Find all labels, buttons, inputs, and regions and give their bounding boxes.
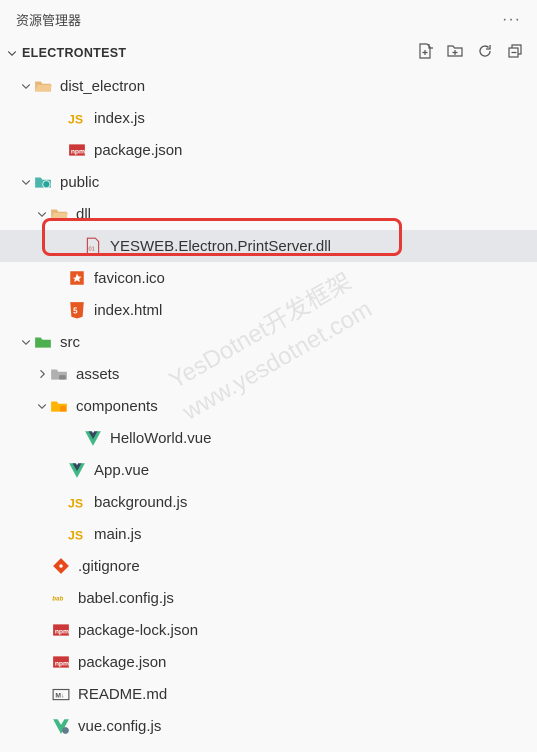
file-index-js[interactable]: JS index.js: [0, 102, 537, 134]
file-background-js[interactable]: JS background.js: [0, 486, 537, 518]
svg-text:01: 01: [89, 247, 95, 253]
tree-label: src: [60, 334, 80, 351]
tree-label: HelloWorld.vue: [110, 430, 211, 447]
file-favicon[interactable]: favicon.ico: [0, 262, 537, 294]
folder-components-icon: [50, 397, 68, 415]
vue-file-icon: [68, 461, 86, 479]
file-tree: dist_electron JS index.js npm package.js…: [0, 68, 537, 752]
folder-open-icon: [34, 77, 52, 95]
tree-label: .gitignore: [78, 558, 140, 575]
tree-label: package-lock.json: [78, 622, 198, 639]
tree-label: main.js: [94, 526, 142, 543]
babel-icon: ᵇᵃᵇ: [52, 589, 70, 607]
dll-file-icon: 01: [84, 237, 102, 255]
file-gitignore[interactable]: .gitignore: [0, 550, 537, 582]
js-file-icon: JS: [68, 493, 86, 511]
chevron-down-icon: [34, 398, 50, 414]
svg-text:JS: JS: [68, 497, 83, 511]
file-package-json-root[interactable]: npm package.json: [0, 646, 537, 678]
tree-label: package.json: [78, 654, 166, 671]
tree-label: README.md: [78, 686, 167, 703]
npm-icon: npm: [52, 621, 70, 639]
chevron-down-icon: [18, 174, 34, 190]
npm-icon: npm: [68, 141, 86, 159]
refresh-icon[interactable]: [477, 43, 493, 62]
file-main-js[interactable]: JS main.js: [0, 518, 537, 550]
npm-icon: npm: [52, 653, 70, 671]
file-package-json-dist[interactable]: npm package.json: [0, 134, 537, 166]
file-vue-config[interactable]: vue.config.js: [0, 710, 537, 742]
file-readme[interactable]: M↓ README.md: [0, 678, 537, 710]
folder-src-icon: [34, 333, 52, 351]
folder-dist-electron[interactable]: dist_electron: [0, 70, 537, 102]
tree-label: YESWEB.Electron.PrintServer.dll: [110, 238, 331, 255]
chevron-down-icon[interactable]: [6, 47, 18, 59]
svg-text:5: 5: [73, 306, 78, 315]
file-app-vue[interactable]: App.vue: [0, 454, 537, 486]
tree-label: index.html: [94, 302, 162, 319]
html-file-icon: 5: [68, 301, 86, 319]
svg-text:ᵇᵃᵇ: ᵇᵃᵇ: [52, 595, 63, 605]
chevron-right-icon: [34, 366, 50, 382]
folder-dll[interactable]: dll: [0, 198, 537, 230]
folder-src[interactable]: src: [0, 326, 537, 358]
svg-text:M↓: M↓: [55, 692, 64, 699]
chevron-down-icon: [18, 334, 34, 350]
file-index-html[interactable]: 5 index.html: [0, 294, 537, 326]
more-actions-icon[interactable]: ···: [502, 11, 521, 29]
tree-label: package.json: [94, 142, 182, 159]
markdown-icon: M↓: [52, 685, 70, 703]
tree-label: dist_electron: [60, 78, 145, 95]
project-name: ELECTRONTEST: [22, 46, 417, 60]
tree-label: components: [76, 398, 158, 415]
tree-label: index.js: [94, 110, 145, 127]
vue-file-icon: [84, 429, 102, 447]
chevron-down-icon: [18, 78, 34, 94]
tree-label: public: [60, 174, 99, 191]
new-folder-icon[interactable]: [447, 43, 463, 62]
folder-public[interactable]: public: [0, 166, 537, 198]
tree-label: vue.config.js: [78, 718, 161, 735]
folder-assets-icon: [50, 365, 68, 383]
svg-text:npm: npm: [55, 628, 69, 635]
favicon-icon: [68, 269, 86, 287]
svg-text:JS: JS: [68, 113, 83, 127]
file-babel-config[interactable]: ᵇᵃᵇ babel.config.js: [0, 582, 537, 614]
folder-assets[interactable]: assets: [0, 358, 537, 390]
vue-config-icon: [52, 717, 70, 735]
svg-text:JS: JS: [68, 529, 83, 543]
chevron-down-icon: [34, 206, 50, 222]
file-printserver-dll[interactable]: 01 YESWEB.Electron.PrintServer.dll: [0, 230, 537, 262]
file-package-lock[interactable]: npm package-lock.json: [0, 614, 537, 646]
git-icon: [52, 557, 70, 575]
new-file-icon[interactable]: [417, 43, 433, 62]
tree-label: dll: [76, 206, 91, 223]
folder-components[interactable]: components: [0, 390, 537, 422]
tree-label: assets: [76, 366, 119, 383]
collapse-all-icon[interactable]: [507, 43, 523, 62]
tree-label: babel.config.js: [78, 590, 174, 607]
svg-text:npm: npm: [71, 148, 85, 155]
explorer-title: 资源管理器: [16, 10, 81, 29]
tree-label: background.js: [94, 494, 187, 511]
js-file-icon: JS: [68, 525, 86, 543]
tree-label: favicon.ico: [94, 270, 165, 287]
folder-public-icon: [34, 173, 52, 191]
tree-label: App.vue: [94, 462, 149, 479]
folder-open-icon: [50, 205, 68, 223]
js-file-icon: JS: [68, 109, 86, 127]
svg-text:npm: npm: [55, 660, 69, 667]
file-helloworld-vue[interactable]: HelloWorld.vue: [0, 422, 537, 454]
